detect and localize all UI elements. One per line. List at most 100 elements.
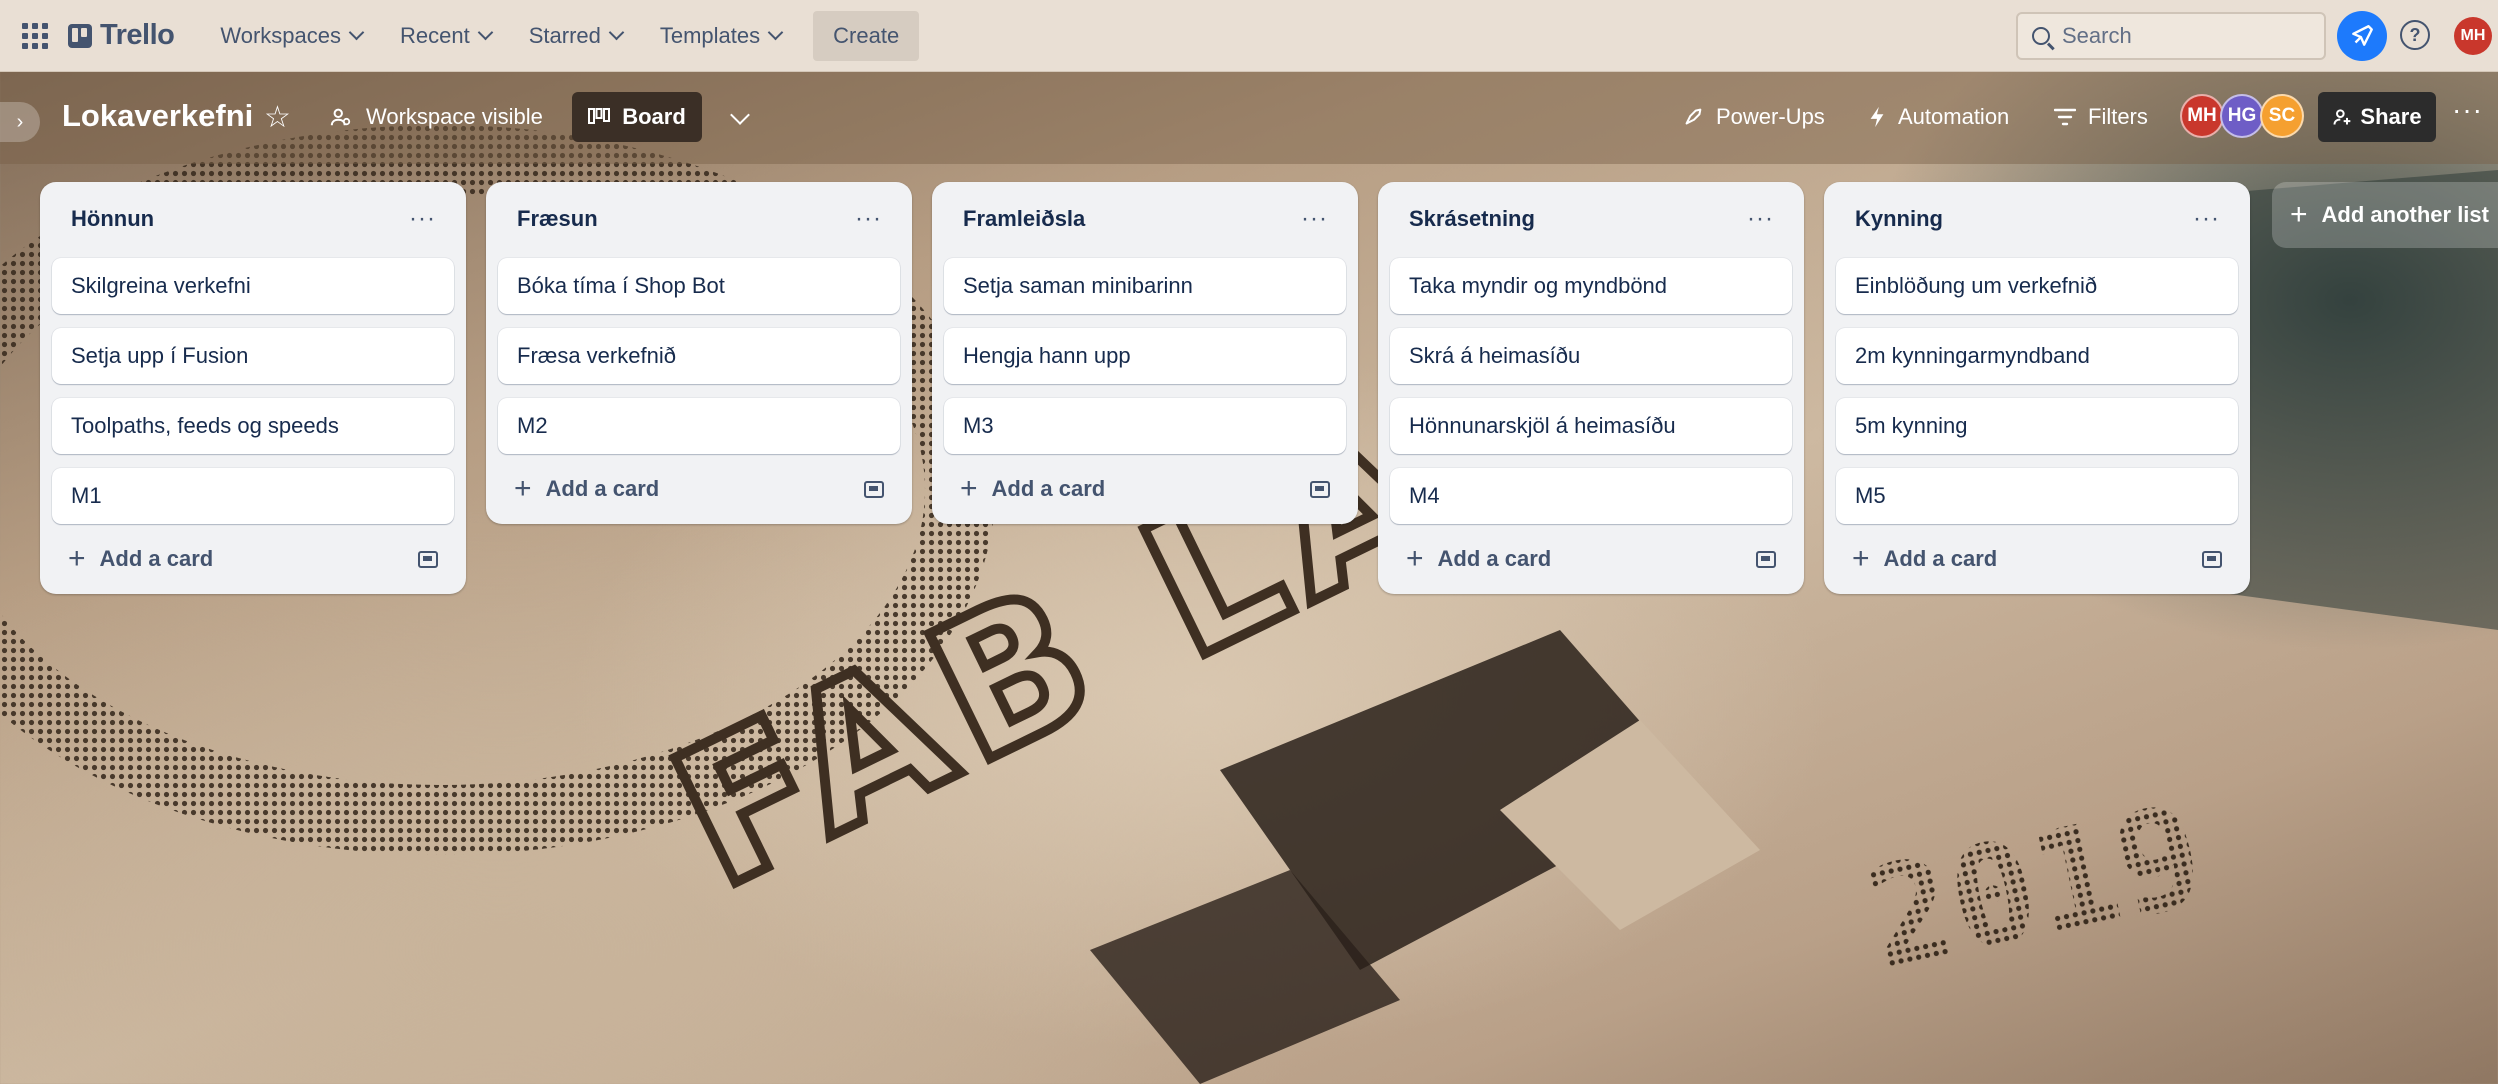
list-header[interactable]: Framleiðsla ··· <box>944 194 1346 244</box>
notifications-button[interactable] <box>2337 11 2387 61</box>
powerups-button[interactable]: Power-Ups <box>1682 104 1825 130</box>
board-title[interactable]: Lokaverkefni <box>62 98 253 134</box>
card[interactable]: 2m kynningarmyndband <box>1836 328 2238 384</box>
member-avatar[interactable]: HG <box>2220 94 2264 138</box>
list-menu-icon[interactable]: ··· <box>855 207 882 231</box>
card[interactable]: Bóka tíma í Shop Bot <box>498 258 900 314</box>
chevron-down-icon <box>608 24 625 41</box>
svg-text:2019: 2019 <box>1853 774 2217 1004</box>
add-card-label: Add a card <box>545 476 660 501</box>
list-menu-icon[interactable]: ··· <box>1747 207 1774 231</box>
card[interactable]: Toolpaths, feeds og speeds <box>52 398 454 454</box>
star-icon[interactable]: ☆ <box>264 100 291 135</box>
card[interactable]: Setja saman minibarinn <box>944 258 1346 314</box>
card[interactable]: Taka myndir og myndbönd <box>1390 258 1792 314</box>
add-person-icon <box>2333 109 2351 125</box>
card[interactable]: Setja upp í Fusion <box>52 328 454 384</box>
card-template-icon[interactable] <box>418 550 438 568</box>
list-menu-icon[interactable]: ··· <box>2193 207 2220 231</box>
card[interactable]: Fræsa verkefnið <box>498 328 900 384</box>
plus-icon: + <box>514 472 532 505</box>
add-card-row: + Add a card <box>1390 532 1792 586</box>
starred-menu-label: Starred <box>528 22 601 48</box>
board-view-label: Board <box>622 104 686 129</box>
search-icon <box>2032 27 2050 45</box>
card[interactable]: Hönnunarskjöl á heimasíðu <box>1390 398 1792 454</box>
card[interactable]: M1 <box>52 468 454 524</box>
visibility-label: Workspace visible <box>366 104 543 129</box>
card[interactable]: Skrá á heimasíðu <box>1390 328 1792 384</box>
workspaces-menu-label: Workspaces <box>220 22 341 48</box>
add-card-row: + Add a card <box>944 462 1346 516</box>
chevron-down-icon <box>348 24 365 41</box>
add-list-button[interactable]: + Add another list <box>2272 182 2498 248</box>
lightning-icon <box>1870 106 1884 128</box>
filters-button[interactable]: Filters <box>2054 104 2148 130</box>
add-card-label: Add a card <box>1437 546 1552 571</box>
board-lists: Hönnun ··· Skilgreina verkefni Setja upp… <box>40 182 2250 594</box>
sidebar-expand-button[interactable]: › <box>0 102 40 142</box>
list-title[interactable]: Fræsun <box>517 206 598 232</box>
add-card-row: + Add a card <box>52 532 454 586</box>
search-input[interactable] <box>2062 23 2292 49</box>
add-list-label: Add another list <box>2321 202 2489 227</box>
list-title[interactable]: Framleiðsla <box>963 206 1085 232</box>
card[interactable]: M2 <box>498 398 900 454</box>
recent-menu[interactable]: Recent <box>384 13 507 59</box>
add-card-button[interactable]: + Add a card <box>514 472 660 505</box>
trello-logo[interactable]: Trello <box>68 19 175 52</box>
card[interactable]: Skilgreina verkefni <box>52 258 454 314</box>
board-menu-icon[interactable]: ··· <box>2452 94 2483 126</box>
templates-menu[interactable]: Templates <box>644 13 797 59</box>
card[interactable]: 5m kynning <box>1836 398 2238 454</box>
member-avatar[interactable]: MH <box>2180 94 2224 138</box>
board-icon <box>588 108 611 124</box>
create-button[interactable]: Create <box>813 10 920 61</box>
help-icon[interactable]: ? <box>2400 20 2430 50</box>
add-card-button[interactable]: + Add a card <box>1406 544 1552 574</box>
card[interactable]: M4 <box>1390 468 1792 524</box>
visibility-button[interactable]: Workspace visible <box>330 104 543 130</box>
card[interactable]: M5 <box>1836 468 2238 524</box>
card-template-icon[interactable] <box>1756 550 1776 568</box>
list-menu-icon[interactable]: ··· <box>409 207 436 231</box>
add-card-button[interactable]: + Add a card <box>1852 544 1997 574</box>
add-card-button[interactable]: + Add a card <box>68 542 213 575</box>
board-header: › Lokaverkefni ☆ Workspace visible Board… <box>0 72 2498 164</box>
list-header[interactable]: Skrásetning ··· <box>1390 194 1792 244</box>
add-card-row: + Add a card <box>1836 532 2238 586</box>
search-box[interactable] <box>2016 12 2326 60</box>
workspaces-menu[interactable]: Workspaces <box>204 13 378 59</box>
plus-icon: + <box>68 542 86 575</box>
list-kynning: Kynning ··· Einblöðung um verkefnið 2m k… <box>1824 182 2250 594</box>
share-label: Share <box>2360 104 2422 129</box>
list-title[interactable]: Skrásetning <box>1409 206 1535 232</box>
board-view-button[interactable]: Board <box>572 92 702 142</box>
card-template-icon[interactable] <box>1310 480 1330 498</box>
card[interactable]: M3 <box>944 398 1346 454</box>
app-switcher-icon[interactable] <box>20 21 50 51</box>
list-title[interactable]: Kynning <box>1855 206 1943 232</box>
chevron-down-icon <box>477 24 493 41</box>
list-header[interactable]: Hönnun ··· <box>52 194 454 244</box>
view-switcher-button[interactable] <box>720 98 760 138</box>
list-header[interactable]: Fræsun ··· <box>498 194 900 244</box>
card[interactable]: Hengja hann upp <box>944 328 1346 384</box>
list-menu-icon[interactable]: ··· <box>1301 207 1328 231</box>
card-template-icon[interactable] <box>864 480 884 498</box>
list-framleidsla: Framleiðsla ··· Setja saman minibarinn H… <box>932 182 1358 524</box>
list-fraesun: Fræsun ··· Bóka tíma í Shop Bot Fræsa ve… <box>486 182 912 524</box>
list-title[interactable]: Hönnun <box>71 206 154 232</box>
starred-menu[interactable]: Starred <box>513 13 638 59</box>
add-card-button[interactable]: + Add a card <box>960 474 1105 504</box>
share-button[interactable]: Share <box>2318 92 2436 142</box>
member-avatar[interactable]: SC <box>2260 94 2304 138</box>
card-template-icon[interactable] <box>2202 550 2222 568</box>
list-header[interactable]: Kynning ··· <box>1836 194 2238 244</box>
card[interactable]: Einblöðung um verkefnið <box>1836 258 2238 314</box>
automation-button[interactable]: Automation <box>1868 104 2009 130</box>
recent-menu-label: Recent <box>400 22 470 48</box>
top-navigation: Trello Workspaces Recent Starred Templat… <box>0 0 2498 72</box>
user-avatar[interactable]: MH <box>2454 17 2492 55</box>
list-skrasetning: Skrásetning ··· Taka myndir og myndbönd … <box>1378 182 1804 594</box>
